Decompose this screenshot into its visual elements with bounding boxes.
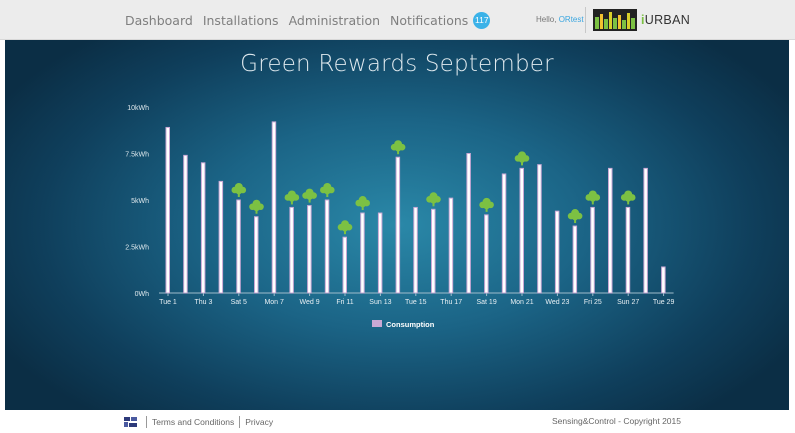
consumption-bar[interactable]: [324, 199, 330, 294]
x-tick-label: Sun 27: [617, 299, 639, 306]
nav-divider: [585, 7, 586, 33]
y-tick-label: 7.5kWh: [125, 152, 149, 159]
consumption-bar[interactable]: [661, 266, 666, 294]
consumption-chart: 0Wh 2.5kWh 5kWh 7.5kWh 10kWh Tue 1 Thu 3 Sat 5 M…: [125, 105, 675, 329]
consumption-bar[interactable]: [413, 206, 418, 294]
x-tick-label: Wed 9: [300, 299, 320, 306]
y-tick-label: 10kWh: [127, 105, 149, 112]
x-tick-label: Tue 29: [653, 299, 675, 306]
consumption-bar[interactable]: [200, 162, 206, 294]
consumption-bar[interactable]: [537, 164, 542, 294]
green-reward-tree-icon: [302, 188, 317, 203]
green-reward-tree-icon: [426, 192, 441, 207]
y-tick-label: 0Wh: [135, 291, 150, 298]
consumption-bar[interactable]: [307, 205, 312, 294]
user-greeting: Hello, ORtest: [536, 15, 584, 24]
consumption-bar[interactable]: [519, 167, 524, 294]
x-tick-label: Sat 19: [476, 299, 496, 306]
footer: Terms and Conditions Privacy Sensing&Con…: [0, 410, 795, 433]
consumption-bar[interactable]: [377, 212, 383, 294]
consumption-bar[interactable]: [183, 154, 188, 294]
nav-installations[interactable]: Installations: [203, 13, 279, 28]
copyright-text: Sensing&Control - Copyright 2015: [552, 416, 681, 426]
dashboard-panel: Green Rewards September 0Wh 2.5kWh 5kWh 7.5…: [5, 40, 789, 410]
green-reward-tree-icon: [620, 190, 636, 205]
consumption-bar[interactable]: [501, 173, 507, 294]
x-tick-label: Sun 13: [369, 299, 391, 306]
consumption-bar[interactable]: [236, 199, 241, 294]
main-nav: Dashboard Installations Administration N…: [125, 0, 491, 40]
consumption-bar[interactable]: [395, 156, 401, 294]
x-tick-label: Tue 1: [159, 299, 177, 306]
x-tick-label: Sat 5: [231, 299, 247, 306]
green-reward-tree-icon: [320, 183, 335, 197]
consumption-bar[interactable]: [484, 214, 489, 294]
brand-text: iURBAN: [641, 13, 691, 27]
consumption-bar[interactable]: [254, 216, 259, 294]
nav-administration[interactable]: Administration: [289, 13, 380, 28]
terms-link[interactable]: Terms and Conditions: [152, 417, 234, 427]
x-tick-label: Wed 23: [545, 299, 569, 306]
consumption-bar[interactable]: [271, 121, 277, 294]
consumption-bar[interactable]: [360, 212, 365, 294]
green-reward-tree-icon: [514, 151, 530, 166]
green-reward-tree-icon: [284, 190, 300, 205]
x-tick-label: Mon 7: [264, 299, 284, 306]
x-tick-label: Mon 21: [510, 299, 533, 306]
top-navbar: Dashboard Installations Administration N…: [0, 0, 795, 40]
consumption-bar[interactable]: [625, 206, 631, 294]
brand-name: URBAN: [644, 13, 691, 27]
consumption-bar[interactable]: [289, 206, 294, 294]
consumption-bar[interactable]: [466, 153, 471, 294]
legend-swatch: [372, 320, 382, 327]
consumption-bar[interactable]: [608, 167, 613, 294]
consumption-bar[interactable]: [342, 236, 347, 294]
consumption-bar[interactable]: [218, 180, 224, 294]
consumption-bar[interactable]: [431, 208, 436, 294]
consumption-bar[interactable]: [554, 210, 560, 294]
green-reward-tree-icon: [479, 197, 494, 212]
footer-divider: [239, 415, 241, 428]
footer-divider: [146, 415, 147, 428]
x-tick-label: Thu 17: [440, 299, 462, 306]
green-reward-tree-icon: [337, 220, 353, 235]
y-tick-label: 5kWh: [131, 198, 149, 205]
x-tick-label: Fri 25: [584, 299, 602, 306]
consumption-bar[interactable]: [643, 167, 648, 294]
consumption-bar[interactable]: [572, 225, 578, 294]
green-reward-tree-icon: [390, 140, 406, 155]
green-reward-tree-icon: [249, 199, 264, 214]
x-tick-label: Thu 3: [194, 299, 212, 306]
city-skyline-icon: [593, 9, 637, 31]
legend-label: Consumption: [386, 320, 435, 329]
consumption-bar[interactable]: [448, 197, 454, 294]
footer-links: Terms and Conditions Privacy: [141, 410, 273, 433]
x-tick-label: Fri 11: [336, 299, 353, 306]
green-reward-tree-icon: [231, 183, 247, 197]
consumption-bar[interactable]: [165, 126, 170, 294]
iurban-logo: iURBAN: [593, 9, 690, 31]
greeting-label: Hello,: [536, 15, 559, 24]
green-reward-tree-icon: [567, 209, 583, 224]
company-logo-icon: [124, 417, 137, 427]
privacy-link[interactable]: Privacy: [245, 417, 273, 427]
notification-count-badge[interactable]: 117: [473, 11, 491, 29]
consumption-bar[interactable]: [590, 206, 595, 294]
nav-notifications[interactable]: Notifications: [390, 13, 468, 28]
nav-dashboard[interactable]: Dashboard: [125, 13, 193, 28]
user-name-link[interactable]: ORtest: [559, 15, 584, 24]
x-tick-label: Tue 15: [405, 299, 427, 306]
green-reward-tree-icon: [355, 196, 370, 211]
y-tick-label: 2.5kWh: [125, 245, 149, 252]
green-reward-tree-icon: [585, 190, 601, 205]
